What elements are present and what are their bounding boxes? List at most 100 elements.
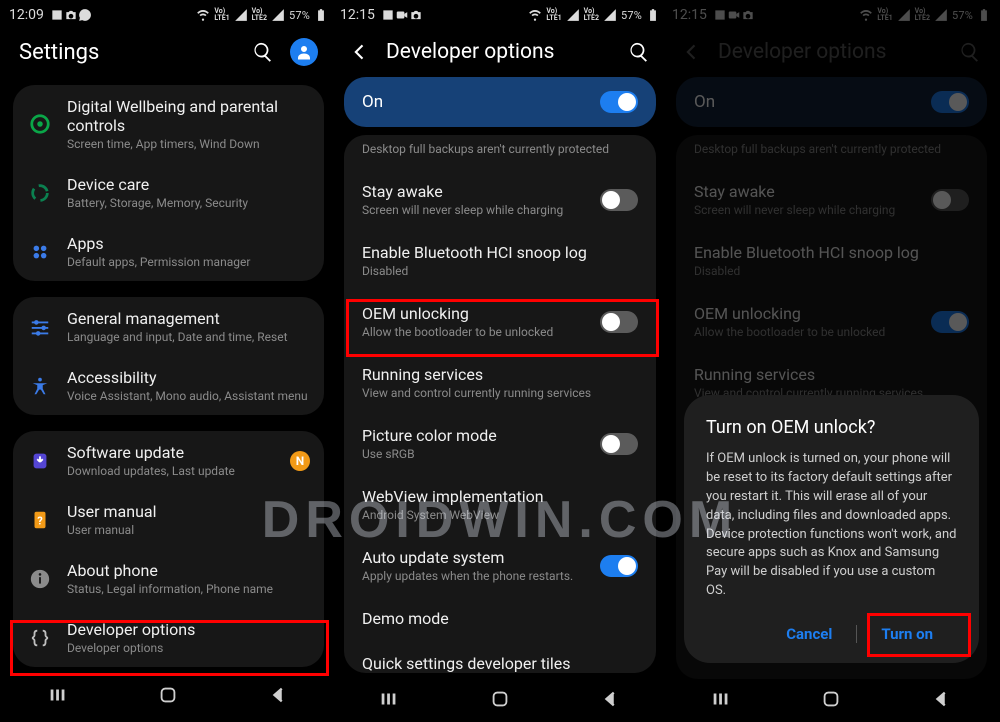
lte1-icon: Vo)LTE1 <box>546 8 561 22</box>
search-icon[interactable] <box>628 41 650 63</box>
dev-item-quick-tiles[interactable]: Quick settings developer tiles <box>344 641 656 673</box>
home-icon[interactable] <box>489 688 511 710</box>
home-icon[interactable] <box>820 688 842 710</box>
settings-item-apps[interactable]: AppsDefault apps, Permission manager <box>13 222 324 281</box>
recents-icon[interactable] <box>378 688 400 710</box>
item-title: Accessibility <box>67 368 310 387</box>
settings-item-user-manual[interactable]: ? User manualUser manual <box>13 490 324 549</box>
oem-unlock-dialog: Turn on OEM unlock? If OEM unlock is tur… <box>684 395 979 663</box>
wifi-icon <box>859 8 873 22</box>
item-sub: Use sRGB <box>362 447 600 461</box>
item-title: OEM unlocking <box>694 304 931 323</box>
page-title: Developer options <box>718 40 943 64</box>
a11y-icon <box>27 375 53 397</box>
settings-item-general-management[interactable]: General managementLanguage and input, Da… <box>13 297 324 356</box>
item-title: Quick settings developer tiles <box>362 654 638 673</box>
item-title: Enable Bluetooth HCI snoop log <box>694 243 969 262</box>
camera-icon <box>409 8 423 22</box>
clock: 12:09 <box>9 7 44 23</box>
item-sub: View and control currently running servi… <box>362 386 638 400</box>
dev-item-running-services[interactable]: Running services View and control current… <box>344 352 656 413</box>
dev-item-stay-awake[interactable]: Stay awakeScreen will never sleep while … <box>344 169 656 230</box>
recents-icon[interactable] <box>47 684 69 706</box>
toggle-on-icon[interactable] <box>600 91 638 113</box>
page-title: Developer options <box>386 40 612 64</box>
item-title: About phone <box>67 561 310 580</box>
dev-item-bt-hci[interactable]: Enable Bluetooth HCI snoop log Disabled <box>344 230 656 291</box>
dialog-title: Turn on OEM unlock? <box>706 417 957 438</box>
signal1-icon <box>897 8 911 22</box>
wifi-icon <box>528 8 542 22</box>
download-icon <box>27 450 53 472</box>
item-title: Developer options <box>67 620 310 639</box>
manual-icon: ? <box>27 509 53 531</box>
dev-master-toggle[interactable]: On <box>344 77 656 127</box>
dev-item-oem-unlocking[interactable]: OEM unlockingAllow the bootloader to be … <box>344 291 656 352</box>
whatsapp-icon <box>78 8 92 22</box>
phone-dialog: 12:15 Vo)LTE1 Vo)LTE2 57% Developer opti… <box>666 3 997 719</box>
battery-icon <box>977 8 991 22</box>
apps-icon <box>27 241 53 263</box>
dev-item-webview[interactable]: WebView implementationAndroid System Web… <box>344 474 656 535</box>
item-title: Running services <box>362 365 638 384</box>
back-icon <box>682 42 702 62</box>
signal2-icon <box>603 8 617 22</box>
item-title: Picture color mode <box>362 426 600 445</box>
settings-item-software-update[interactable]: Software updateDownload updates, Last up… <box>13 431 324 490</box>
profile-avatar[interactable] <box>290 38 318 66</box>
settings-group-b: General managementLanguage and input, Da… <box>13 297 324 415</box>
dev-item-bt-hci: Enable Bluetooth HCI snoop logDisabled <box>676 230 987 291</box>
back-nav-icon[interactable] <box>268 684 290 706</box>
dev-item-backup[interactable]: Desktop full backups aren't currently pr… <box>344 135 656 169</box>
item-sub: Status, Legal information, Phone name <box>67 582 310 596</box>
dev-item-demo-mode[interactable]: Demo mode <box>344 596 656 641</box>
toggle-on-icon[interactable] <box>600 555 638 577</box>
settings-item-wellbeing[interactable]: Digital Wellbeing and parental controls S… <box>13 85 324 163</box>
image-icon <box>50 8 64 22</box>
settings-item-about-phone[interactable]: About phone Status, Legal information, Ph… <box>13 549 324 608</box>
home-icon[interactable] <box>157 684 179 706</box>
dev-header: Developer options <box>334 27 666 77</box>
phone-settings: 12:09 Vo)LTE1 Vo)LTE2 57% Settings Digit <box>3 3 334 719</box>
dev-item-auto-update[interactable]: Auto update systemApply updates when the… <box>344 535 656 596</box>
settings-item-accessibility[interactable]: AccessibilityVoice Assistant, Mono audio… <box>13 356 324 415</box>
toggle-off-icon[interactable] <box>600 189 638 211</box>
dev-item-picture-color[interactable]: Picture color mode Use sRGB <box>344 413 656 474</box>
battery-pct: 57% <box>289 9 310 22</box>
item-sub: User manual <box>67 523 310 537</box>
item-sub: Screen time, App timers, Wind Down <box>67 137 310 151</box>
search-icon[interactable] <box>252 41 274 63</box>
dev-item-stay-awake: Stay awakeScreen will never sleep while … <box>676 169 987 230</box>
back-nav-icon[interactable] <box>931 688 953 710</box>
item-sub: Allow the bootloader to be unlocked <box>694 325 931 339</box>
lte2-icon: Vo)LTE2 <box>915 8 930 22</box>
item-sub: Developer options <box>67 641 310 655</box>
item-title: Digital Wellbeing and parental controls <box>67 97 310 135</box>
turn-on-button[interactable]: Turn on <box>857 619 957 649</box>
notification-dot-icon: N <box>290 451 310 471</box>
clock: 12:15 <box>672 7 707 23</box>
settings-item-device-care[interactable]: Device careBattery, Storage, Memory, Sec… <box>13 163 324 222</box>
back-nav-icon[interactable] <box>600 688 622 710</box>
dev-header: Developer options <box>666 27 997 77</box>
signal1-icon <box>566 8 580 22</box>
battery-icon <box>314 8 328 22</box>
settings-group-c: Software updateDownload updates, Last up… <box>13 431 324 667</box>
item-sub: Apply updates when the phone restarts. <box>362 569 600 583</box>
sliders-icon <box>27 316 53 338</box>
braces-icon <box>27 627 53 649</box>
dev-master-toggle: On <box>676 77 987 127</box>
status-bar: 12:09 Vo)LTE1 Vo)LTE2 57% <box>3 3 334 27</box>
toggle-off-icon[interactable] <box>600 311 638 333</box>
item-sub: Disabled <box>362 264 638 278</box>
settings-item-developer-options[interactable]: Developer options Developer options <box>13 608 324 667</box>
back-icon[interactable] <box>350 42 370 62</box>
item-title: Apps <box>67 234 310 253</box>
item-title: WebView implementation <box>362 487 638 506</box>
toggle-off-icon[interactable] <box>600 433 638 455</box>
recents-icon[interactable] <box>710 688 732 710</box>
item-sub: Battery, Storage, Memory, Security <box>67 196 310 210</box>
item-title: Enable Bluetooth HCI snoop log <box>362 243 638 262</box>
cancel-button[interactable]: Cancel <box>762 619 856 649</box>
dev-list[interactable]: Desktop full backups aren't currently pr… <box>344 135 656 673</box>
